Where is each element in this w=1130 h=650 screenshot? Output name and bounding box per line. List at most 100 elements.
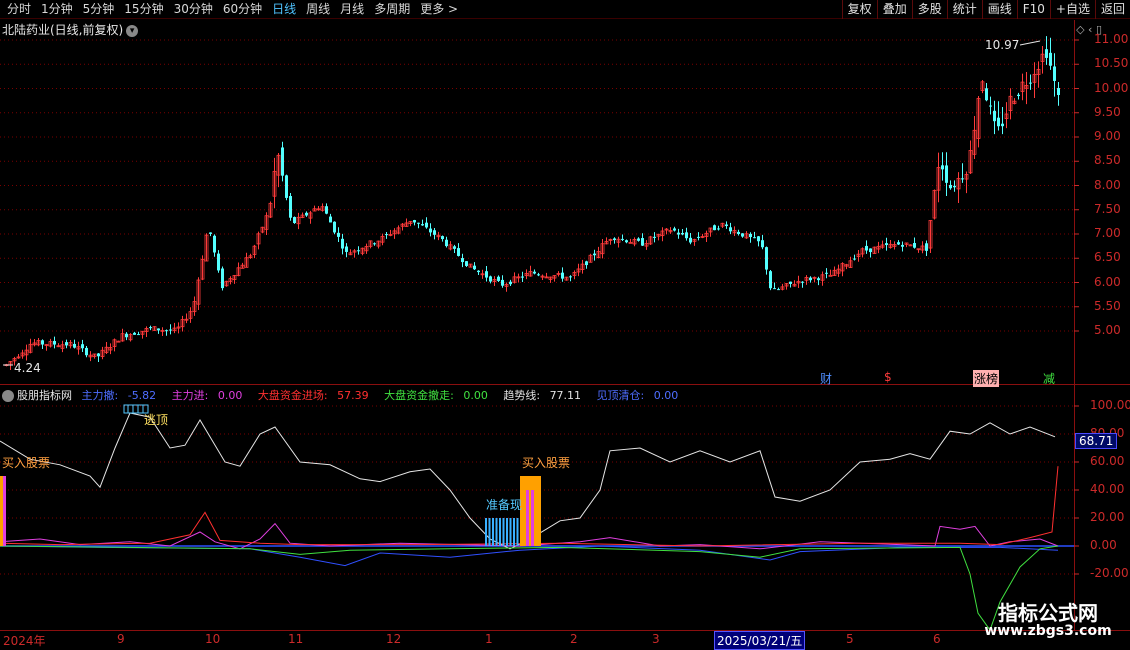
indicator-item-top-clear: 见顶清仓: 0.00: [596, 389, 679, 402]
prepare-signal-bar: [495, 518, 498, 546]
date-label: 2: [570, 632, 578, 646]
candle-body: [773, 288, 776, 290]
prepare-signal-bar: [513, 518, 515, 546]
dollar-badge[interactable]: $: [884, 370, 892, 384]
candle-body: [281, 147, 284, 176]
candle-body: [417, 222, 420, 224]
candle-body: [885, 243, 888, 246]
candle-body: [713, 225, 716, 231]
candle-body: [521, 276, 524, 278]
watermark-url: www.zbgs3.com: [984, 623, 1112, 639]
candle-body: [941, 165, 944, 170]
candle-body: [457, 248, 460, 256]
watermark-title: 指标公式网: [998, 601, 1098, 625]
indicator-item-main-out: 主力撤: -5.82: [81, 389, 157, 402]
price-tick-label: 5.50: [1094, 298, 1121, 313]
candle-body: [761, 240, 764, 248]
candle-body: [81, 344, 84, 349]
top-gainer-badge[interactable]: 涨榜: [973, 370, 1000, 387]
candle-body: [373, 243, 376, 245]
candle-body: [1053, 66, 1056, 81]
candle-body: [345, 246, 348, 252]
candle-body: [901, 244, 904, 247]
date-label: 9: [117, 632, 125, 646]
indicator-tick-label: 40.00: [1090, 482, 1125, 496]
buy-label-1: 买入股票: [2, 456, 51, 470]
candle-body: [625, 240, 628, 243]
prepare-signal-bar: [502, 518, 505, 546]
candle-body: [501, 279, 504, 286]
finance-badge[interactable]: 财: [820, 370, 832, 387]
candle-body: [809, 277, 812, 281]
candle-body: [97, 353, 100, 357]
prepare-signal-bar: [509, 518, 512, 546]
candle-body: [357, 250, 360, 252]
candle-body: [445, 239, 448, 247]
date-label: 2024年: [3, 634, 46, 648]
candle-body: [325, 206, 328, 214]
price-tick-label: 8.00: [1094, 177, 1121, 192]
candle-body: [949, 184, 952, 189]
candle-body: [741, 233, 744, 237]
indicator-tick-label: 60.00: [1090, 454, 1125, 468]
candle-body: [337, 232, 340, 237]
candle-body: [157, 328, 160, 331]
price-tick-label: 10.00: [1094, 80, 1129, 95]
kline-chart[interactable]: [0, 0, 1130, 650]
candle-body: [561, 272, 564, 279]
candle-body: [489, 276, 492, 282]
candle-body: [789, 281, 792, 284]
candle-body: [945, 165, 948, 183]
price-tick-label: 10.50: [1094, 56, 1129, 71]
candle-body: [533, 271, 536, 274]
candle-body: [717, 228, 720, 230]
candle-body: [441, 236, 444, 240]
candle-body: [765, 247, 768, 270]
candle-body: [817, 278, 820, 281]
candle-body: [65, 342, 68, 346]
reduce-badge[interactable]: 减: [1043, 370, 1055, 387]
market-out-line: [0, 545, 1059, 632]
price-tick-label: 9.00: [1094, 129, 1121, 143]
candle-body: [828, 274, 833, 277]
price-tick-label: 6.00: [1094, 274, 1121, 289]
candle-body: [769, 271, 772, 289]
candle-body: [1049, 52, 1052, 66]
candle-body: [333, 221, 336, 233]
indicator-tick-label: -20.00: [1090, 566, 1129, 580]
indicator-name: 股朋指标网: [17, 389, 72, 402]
candle-body: [869, 248, 872, 253]
candle-body: [737, 231, 740, 235]
prepare-signal-bar: [516, 518, 519, 546]
candle-body: [681, 232, 684, 235]
price-tick-label: 11.00: [1094, 32, 1129, 46]
date-label: 5: [846, 632, 854, 646]
candle-body: [685, 232, 688, 239]
candle-body: [217, 253, 220, 271]
candle-body: [653, 236, 656, 238]
chevron-down-icon[interactable]: [2, 390, 14, 402]
candle-body: [305, 212, 308, 216]
price-tick-label: 8.50: [1094, 153, 1121, 168]
candle-body: [537, 274, 540, 276]
date-label: 10: [205, 632, 221, 646]
watermark-logo: 指标公式网 www.zbgs3.com: [968, 597, 1128, 645]
candle-body: [593, 253, 596, 256]
buy-signal-bar: [3, 476, 6, 546]
candle-body: [385, 234, 388, 236]
prepare-signal-bar: [492, 518, 494, 546]
low-price-label: 4.24: [14, 361, 41, 375]
candle-body: [993, 110, 996, 122]
candle-body: [729, 227, 732, 232]
candle-body: [757, 236, 760, 242]
candle-body: [453, 246, 456, 249]
high-price-label: 10.97: [985, 38, 1020, 52]
candle-body: [673, 228, 676, 231]
candle-body: [413, 220, 416, 223]
prepare-signal-bar: [506, 518, 508, 546]
date-label: 1: [485, 632, 493, 646]
candle-body: [477, 270, 480, 273]
candle-body: [777, 289, 780, 291]
candle-body: [465, 261, 468, 266]
date-label: 11: [288, 632, 304, 646]
